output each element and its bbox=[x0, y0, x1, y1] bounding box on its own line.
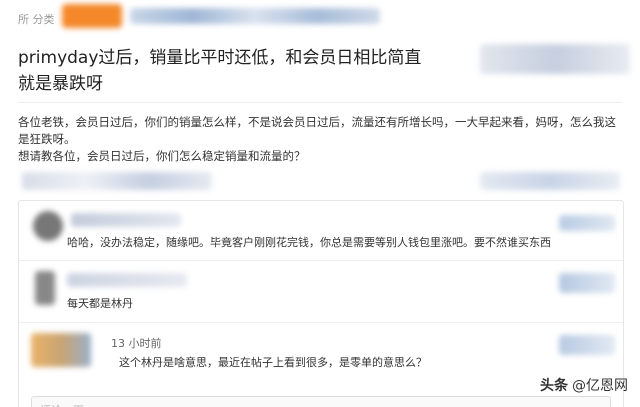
redacted-comment-actions bbox=[559, 215, 615, 231]
avatar[interactable] bbox=[33, 211, 63, 241]
redacted-username bbox=[67, 273, 187, 287]
avatar[interactable] bbox=[35, 271, 55, 305]
comment-item: 每天都是林丹 bbox=[19, 261, 623, 323]
page-title: primyday过后，销量比平时还低，和会员日相比简直就是暴跌呀 bbox=[18, 48, 422, 94]
comment-item: 哈哈，没办法稳定，随缘吧。毕竟客户刚刚花完钱，你总是需要等别人钱包里涨吧。要不然… bbox=[19, 201, 623, 261]
redacted-breadcrumb-blue bbox=[130, 8, 380, 24]
post-body-line-1: 各位老铁，会员日过后，你们的销量怎么样，不是说会员日过后，流量还有所增长吗，一大… bbox=[18, 115, 616, 146]
reply-input[interactable]: 评论一下... bbox=[31, 396, 611, 407]
watermark-brand: 头条 bbox=[540, 378, 568, 394]
post-body-line-2: 想请教各位，会员日过后，你们怎么稳定销量和流量的？ bbox=[18, 149, 306, 163]
redacted-author-block bbox=[480, 44, 630, 74]
comment-text: 每天都是林丹 bbox=[67, 297, 133, 310]
redacted-comment-actions bbox=[559, 335, 615, 355]
watermark: 头条 @亿恩网 bbox=[540, 375, 628, 395]
watermark-handle: @亿恩网 bbox=[572, 378, 628, 394]
post-body: 各位老铁，会员日过后，你们的销量怎么样，不是说会员日过后，流量还有所增长吗，一大… bbox=[18, 114, 626, 165]
comment-item: 13 小时前 这个林丹是啥意思，最近在帖子上看到很多，是零单的意思么？ bbox=[19, 323, 623, 385]
redacted-username bbox=[71, 213, 181, 227]
comment-text: 这个林丹是啥意思，最近在帖子上看到很多，是零单的意思么？ bbox=[119, 356, 427, 369]
redacted-breadcrumb-orange bbox=[62, 4, 122, 28]
comment-timestamp: 13 小时前 bbox=[111, 337, 162, 350]
title-divider bbox=[18, 102, 622, 103]
breadcrumb[interactable]: 所 分类 bbox=[18, 11, 55, 27]
redacted-meta-bar bbox=[22, 172, 212, 190]
redacted-actions bbox=[480, 172, 620, 190]
comment-list: 哈哈，没办法稳定，随缘吧。毕竟客户刚刚花完钱，你总是需要等别人钱包里涨吧。要不然… bbox=[18, 200, 624, 407]
avatar[interactable] bbox=[31, 333, 91, 367]
comment-text: 哈哈，没办法稳定，随缘吧。毕竟客户刚刚花完钱，你总是需要等别人钱包里涨吧。要不然… bbox=[67, 236, 551, 249]
redacted-comment-actions bbox=[559, 273, 615, 293]
